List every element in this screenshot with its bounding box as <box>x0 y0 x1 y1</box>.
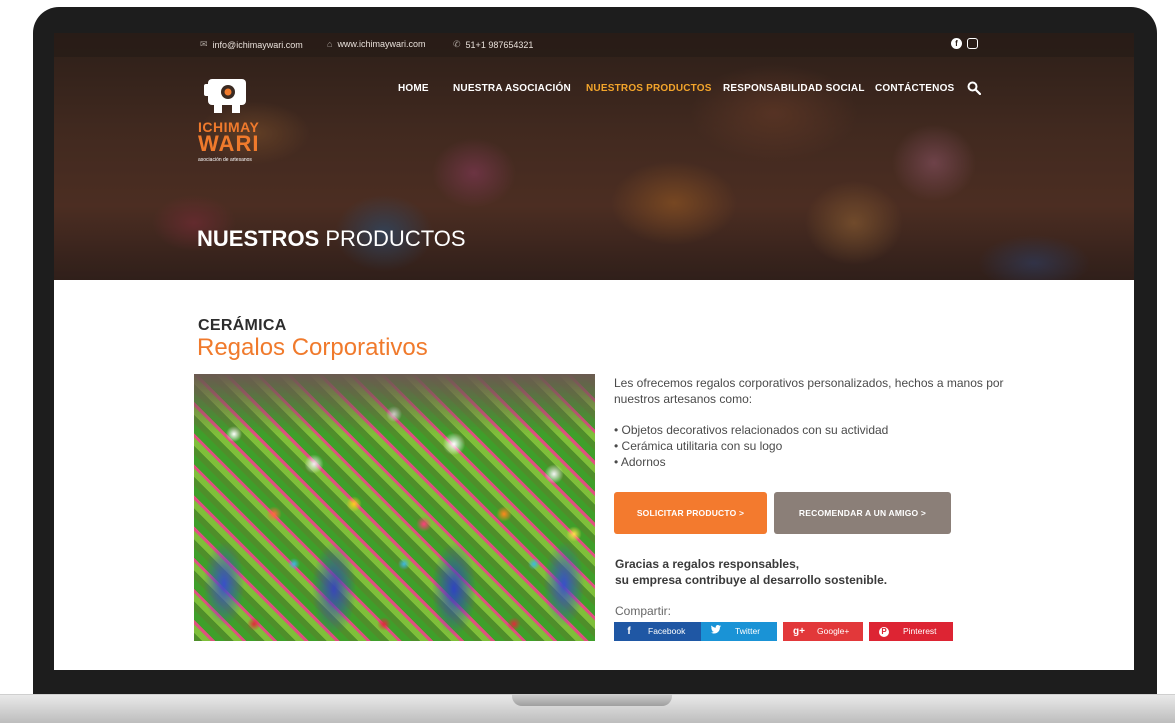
recommend-friend-button[interactable]: RECOMENDAR A UN AMIGO > <box>774 492 951 534</box>
nav-contactenos[interactable]: CONTÁCTENOS <box>875 83 954 94</box>
request-product-button[interactable]: SOLICITAR PRODUCTO > <box>614 492 767 534</box>
twitter-icon <box>711 622 721 641</box>
hero-banner: ✉ info@ichimaywari.com ⌂ www.ichimaywari… <box>54 33 1134 280</box>
website-contact[interactable]: ⌂ www.ichimaywari.com <box>327 39 425 49</box>
search-icon[interactable] <box>967 81 981 95</box>
tagline-line-1: Gracias a regalos responsables, <box>615 557 800 571</box>
email-text: info@ichimaywari.com <box>212 39 303 50</box>
pinterest-glyph: P <box>879 627 889 637</box>
nav-responsabilidad-social[interactable]: RESPONSABILIDAD SOCIAL <box>723 83 865 94</box>
product-features-list: • Objetos decorativos relacionados con s… <box>614 422 1034 470</box>
logo-text-wari: WARI <box>198 131 260 156</box>
list-item: • Cerámica utilitaria con su logo <box>614 439 783 453</box>
product-description: Les ofrecemos regalos corporativos perso… <box>614 376 1004 406</box>
share-twitter-label: Twitter <box>735 626 761 636</box>
share-pinterest-label: Pinterest <box>903 626 937 636</box>
instagram-icon[interactable] <box>967 38 978 49</box>
top-social-links: f <box>951 38 978 49</box>
product-image <box>194 374 595 641</box>
list-item: • Objetos decorativos relacionados con s… <box>614 423 889 437</box>
share-label: Compartir: <box>615 604 672 618</box>
main-nav: HOME NUESTRA ASOCIACIÓN NUESTROS PRODUCT… <box>54 81 1134 97</box>
laptop-notch <box>512 694 672 706</box>
page-title-regular: PRODUCTOS <box>325 226 466 251</box>
top-info-bar: ✉ info@ichimaywari.com ⌂ www.ichimaywari… <box>54 33 1134 57</box>
share-googleplus-button[interactable]: g+ Google+ <box>783 622 863 641</box>
tagline-line-2: su empresa contribuye al desarrollo sost… <box>615 573 888 587</box>
nav-home[interactable]: HOME <box>398 83 429 94</box>
product-title: Regalos Corporativos <box>197 334 428 361</box>
home-icon: ⌂ <box>327 39 333 49</box>
phone-contact: ✆ 51+1 987654321 <box>453 39 533 50</box>
share-pinterest-button[interactable]: P Pinterest <box>869 622 953 641</box>
list-item: • Adornos <box>614 455 666 469</box>
share-googleplus-label: Google+ <box>817 626 850 636</box>
page-title-bold: NUESTROS <box>197 226 320 251</box>
share-twitter-button[interactable]: Twitter <box>701 622 777 641</box>
facebook-icon[interactable]: f <box>951 38 962 49</box>
website-text: www.ichimaywari.com <box>337 39 426 49</box>
nav-nuestra-asociacion[interactable]: NUESTRA ASOCIACIÓN <box>453 83 571 94</box>
share-facebook-label: Facebook <box>648 626 686 636</box>
page-title: NUESTROS PRODUCTOS <box>197 226 466 252</box>
facebook-icon: f <box>627 626 631 637</box>
product-category: CERÁMICA <box>198 317 287 334</box>
sustainability-tagline: Gracias a regalos responsables, su empre… <box>615 556 1035 588</box>
nav-nuestros-productos[interactable]: NUESTROS PRODUCTOS <box>586 83 712 94</box>
google-plus-icon: g+ <box>793 626 805 637</box>
logo-subtitle: asociación de artesanos <box>198 157 252 163</box>
email-contact[interactable]: ✉ info@ichimaywari.com <box>200 39 303 50</box>
pinterest-icon: P <box>879 622 889 641</box>
phone-icon: ✆ <box>453 39 461 49</box>
mail-icon: ✉ <box>200 39 208 49</box>
browser-screen: ✉ info@ichimaywari.com ⌂ www.ichimaywari… <box>54 33 1134 670</box>
phone-text: 51+1 987654321 <box>465 39 534 50</box>
